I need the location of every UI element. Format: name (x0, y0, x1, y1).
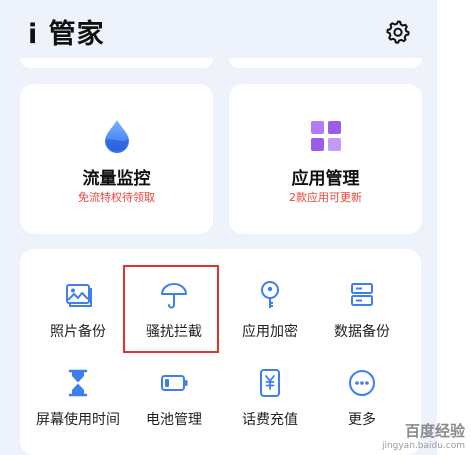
photo-icon (62, 279, 94, 311)
tool-screen-time[interactable]: 屏幕使用时间 (28, 359, 128, 439)
right-margin (437, 0, 471, 455)
hourglass-icon (62, 367, 94, 399)
data-backup-icon (346, 279, 378, 311)
watermark-text: 百度经验 (404, 422, 465, 440)
card-title: 流量监控 (82, 169, 151, 189)
tool-label: 数据备份 (334, 324, 390, 340)
tool-app-encryption[interactable]: 应用加密 (220, 271, 320, 351)
battery-icon (158, 367, 190, 399)
settings-button[interactable] (384, 18, 412, 46)
app-title: i 管家 (28, 19, 105, 50)
watermark: 百度经验 jingyan.baidu.com (382, 420, 465, 451)
tool-battery-management[interactable]: 电池管理 (124, 359, 224, 439)
app-header: i 管家 (0, 0, 437, 62)
tool-label: 话费充值 (242, 412, 298, 428)
highlight-annotation-box (123, 265, 219, 353)
card-title: 应用管理 (291, 169, 360, 189)
tool-label: 照片备份 (50, 324, 106, 340)
tools-grid-card: 照片备份 骚扰拦截 应用加密 数据备份 屏幕使用时间 电池管理 话费充值 更多 (20, 249, 421, 455)
app-grid-icon (308, 118, 344, 154)
key-lock-icon (254, 279, 286, 311)
phone-bill-icon (254, 367, 286, 399)
tool-phone-bill-topup[interactable]: 话费充值 (220, 359, 320, 439)
app-management-card[interactable]: 应用管理 2款应用可更新 (229, 84, 422, 234)
tool-photo-backup[interactable]: 照片备份 (28, 271, 128, 351)
water-drop-icon (99, 118, 135, 154)
gear-icon (386, 20, 410, 44)
tool-label: 电池管理 (146, 412, 202, 428)
traffic-monitor-card[interactable]: 流量监控 免流特权待领取 (20, 84, 213, 234)
card-subtitle: 2款应用可更新 (289, 191, 362, 204)
watermark-url: jingyan.baidu.com (381, 441, 465, 451)
more-icon (346, 367, 378, 399)
tool-label: 屏幕使用时间 (36, 412, 120, 428)
tool-data-backup[interactable]: 数据备份 (312, 271, 412, 351)
card-subtitle: 免流特权待领取 (78, 191, 155, 204)
tool-label: 应用加密 (242, 324, 298, 340)
top-card-left (20, 58, 213, 68)
top-card-right (229, 58, 422, 68)
